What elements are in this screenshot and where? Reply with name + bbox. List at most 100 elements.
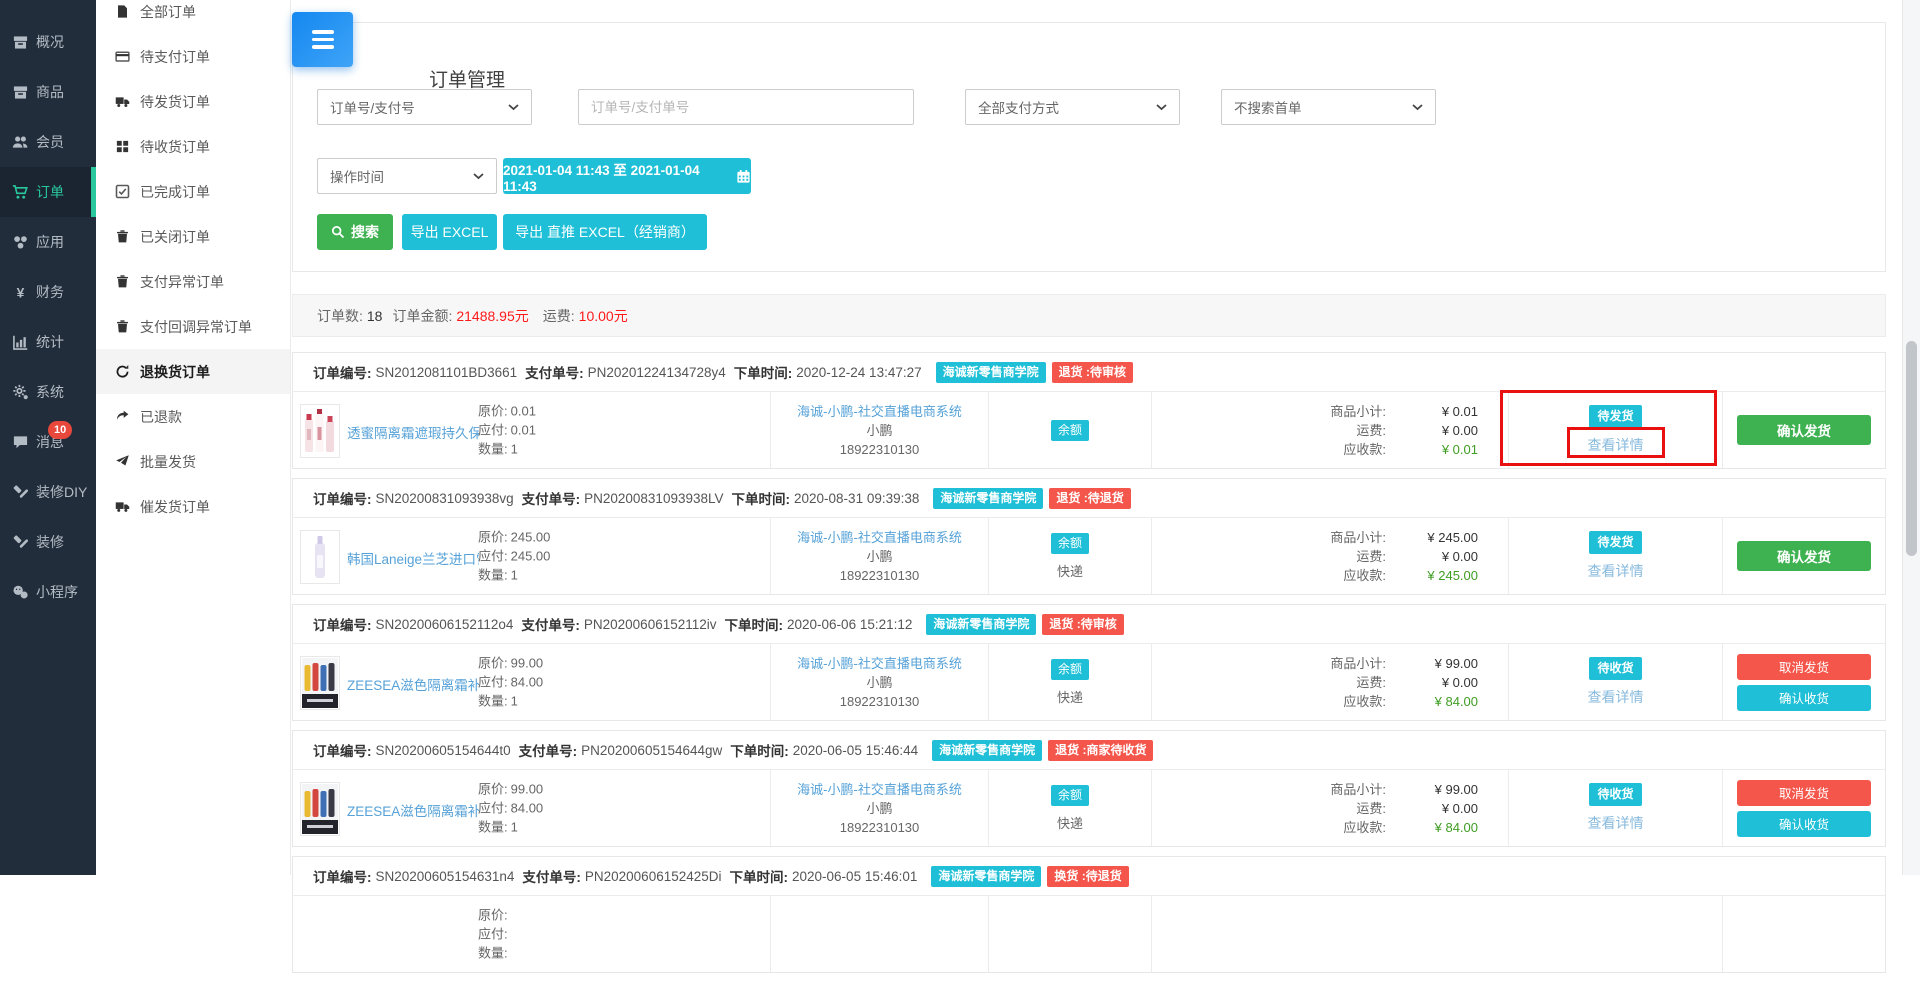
shop-badge: 海诚新零售商学院 bbox=[933, 487, 1044, 509]
chevron-down-icon bbox=[1412, 103, 1423, 111]
scrollbar-thumb[interactable] bbox=[1906, 341, 1917, 556]
chevron-down-icon bbox=[508, 103, 519, 111]
truck-icon bbox=[115, 499, 130, 514]
sidebar-item-mini-program[interactable]: 小程序 bbox=[0, 567, 96, 617]
sidebar-item-stats[interactable]: 统计 bbox=[0, 317, 96, 367]
sidebar-item-overview[interactable]: 概况 bbox=[0, 17, 96, 67]
submenu-item-unpaid-orders[interactable]: 待支付订单 bbox=[96, 34, 290, 79]
cube-icon bbox=[115, 139, 130, 154]
orig-price-value: 0.01 bbox=[510, 403, 536, 419]
pay-method-cell: 余额 快递 bbox=[989, 518, 1152, 594]
sidebar-item-decorate-diy[interactable]: 装修DIY bbox=[0, 467, 96, 517]
pay-method-cell: 余额 快递 bbox=[989, 770, 1152, 846]
pay-method-badge: 余额 bbox=[1050, 784, 1089, 806]
pay-no-value: PN20200606152425Di bbox=[584, 868, 722, 884]
status-cell: 待收货 查看详情 bbox=[1509, 644, 1723, 720]
product-name-link[interactable]: 透蜜隔离霜遮瑕持久保湿... bbox=[347, 422, 479, 442]
search-type-select[interactable]: 订单号/支付号 bbox=[317, 89, 532, 125]
left-sidebar-items: 概况 商品 会员 订单 应用 ¥ 财务 统计 系统 消息 10 装修DIY 装修… bbox=[0, 0, 96, 617]
users-icon bbox=[12, 134, 29, 151]
confirm-ship-button[interactable]: 确认发货 bbox=[1737, 541, 1871, 571]
trash-icon bbox=[115, 229, 130, 244]
apps-icon bbox=[12, 234, 29, 251]
confirm-receive-button[interactable]: 确认收货 bbox=[1737, 684, 1871, 711]
chevron-down-icon bbox=[1156, 103, 1167, 111]
submenu-item-closed-orders[interactable]: 已关闭订单 bbox=[96, 214, 290, 259]
view-detail-link[interactable]: 查看详情 bbox=[1588, 813, 1644, 833]
cancel-ship-button[interactable]: 取消发货 bbox=[1737, 779, 1871, 806]
search-input[interactable] bbox=[578, 89, 914, 125]
order-card-body: 原价: 应付: 数量: 商品小计: 运费: 应收款: 查看 bbox=[293, 896, 1885, 972]
qty-label: 数量: bbox=[478, 441, 508, 457]
view-detail-link[interactable]: 查看详情 bbox=[1588, 561, 1644, 581]
order-time-value: 2020-06-06 15:21:12 bbox=[787, 616, 913, 632]
product-name-link[interactable]: ZEESEA滋色隔离霜补水... bbox=[347, 800, 479, 820]
submenu-item-refunded[interactable]: 已退款 bbox=[96, 394, 290, 439]
order-card-body: 透蜜隔离霜遮瑕持久保湿... 原价:0.01 应付:0.01 数量:1 海诚-小… bbox=[293, 390, 1885, 468]
submenu-item-pay-error-orders[interactable]: 支付异常订单 bbox=[96, 259, 290, 304]
order-card-body: ZEESEA滋色隔离霜补水... 原价:99.00 应付:84.00 数量:1 … bbox=[293, 770, 1885, 846]
search-button[interactable]: 搜索 bbox=[317, 214, 393, 250]
first-order-select[interactable]: 不搜索首单 bbox=[1221, 89, 1436, 125]
confirm-ship-button[interactable]: 确认发货 bbox=[1737, 415, 1871, 445]
confirm-receive-button[interactable]: 确认收货 bbox=[1737, 810, 1871, 837]
product-name-link[interactable]: ZEESEA滋色隔离霜补水... bbox=[347, 674, 479, 694]
submenu-item-label: 待收货订单 bbox=[140, 138, 210, 155]
sidebar-item-decorate[interactable]: 装修 bbox=[0, 517, 96, 567]
actions-cell bbox=[1723, 896, 1885, 972]
truck-icon bbox=[115, 94, 130, 109]
date-range-button[interactable]: 2021-01-04 11:43 至 2021-01-04 11:43 bbox=[503, 158, 751, 194]
order-time-label: 下单时间: bbox=[731, 492, 791, 507]
submenu-item-to-ship-orders[interactable]: 待发货订单 bbox=[96, 79, 290, 124]
view-detail-link[interactable]: 查看详情 bbox=[1588, 687, 1644, 707]
sidebar-item-orders[interactable]: 订单 bbox=[0, 167, 96, 217]
status-cell: 待发货 查看详情 bbox=[1509, 518, 1723, 594]
order-card-body: ZEESEA滋色隔离霜补水... 原价:99.00 应付:84.00 数量:1 … bbox=[293, 644, 1885, 720]
gears-icon bbox=[12, 384, 29, 401]
freight-label: 运费: bbox=[1356, 674, 1386, 690]
date-range-value: 2021-01-04 11:43 至 2021-01-04 11:43 bbox=[503, 162, 700, 194]
submenu-item-urge-ship-orders[interactable]: 催发货订单 bbox=[96, 484, 290, 529]
order-card: 订单编号: SN20200831093938vg 支付单号: PN2020083… bbox=[292, 478, 1886, 595]
submenu-item-completed-orders[interactable]: 已完成订单 bbox=[96, 169, 290, 214]
order-card-header: 订单编号: SN20200606152112o4 支付单号: PN2020060… bbox=[293, 605, 1885, 644]
order-state-badge: 待发货 bbox=[1589, 405, 1642, 428]
submenu-item-to-receive-orders[interactable]: 待收货订单 bbox=[96, 124, 290, 169]
time-type-select[interactable]: 操作时间 bbox=[317, 158, 497, 194]
pay-method-select[interactable]: 全部支付方式 bbox=[965, 89, 1180, 125]
search-icon bbox=[331, 225, 345, 239]
orig-price-value: 245.00 bbox=[510, 529, 551, 545]
export-dealer-excel-button[interactable]: 导出 直推 EXCEL（经销商） bbox=[503, 214, 707, 250]
view-detail-link[interactable]: 查看详情 bbox=[1588, 435, 1644, 455]
submenu-item-label: 批量发货 bbox=[140, 453, 196, 470]
submenu-item-pay-callback-error-orders[interactable]: 支付回调异常订单 bbox=[96, 304, 290, 349]
freight-value: ¥ 0.00 bbox=[1441, 674, 1478, 690]
sidebar-item-members[interactable]: 会员 bbox=[0, 117, 96, 167]
sidebar-item-label: 会员 bbox=[36, 134, 64, 150]
delivery-type: 快递 bbox=[1056, 563, 1083, 579]
order-amount-label: 订单金额: bbox=[392, 307, 453, 324]
card-icon bbox=[115, 49, 130, 64]
qty-label: 数量: bbox=[478, 819, 508, 835]
sidebar-item-goods[interactable]: 商品 bbox=[0, 67, 96, 117]
product-name-link[interactable]: 韩国Laneige兰芝进口雪纱... bbox=[347, 548, 479, 568]
sidebar-item-finance[interactable]: ¥ 财务 bbox=[0, 267, 96, 317]
export-excel-button[interactable]: 导出 EXCEL bbox=[402, 214, 497, 250]
pay-price-label: 应付: bbox=[478, 548, 508, 564]
first-order-value: 不搜索首单 bbox=[1234, 101, 1302, 116]
pay-method-value: 全部支付方式 bbox=[978, 101, 1059, 116]
sidebar-item-messages[interactable]: 消息 10 bbox=[0, 417, 96, 467]
buyer-cell: 海诚-小鹏-社交直播电商系统 小鹏 18922310130 bbox=[771, 518, 989, 594]
sidebar-item-label: 商品 bbox=[36, 84, 64, 100]
hamburger-icon bbox=[311, 30, 334, 49]
product-prices: 原价: 99.00 应付: 84.00 数量: 1 bbox=[478, 654, 543, 711]
cancel-ship-button[interactable]: 取消发货 bbox=[1737, 653, 1871, 680]
collapse-menu-button[interactable] bbox=[292, 12, 353, 67]
submenu-item-batch-ship[interactable]: 批量发货 bbox=[96, 439, 290, 484]
submenu-item-all-orders[interactable]: 全部订单 bbox=[96, 0, 290, 34]
pay-no-value: PN20200605154644gw bbox=[581, 742, 723, 758]
sidebar-item-apps[interactable]: 应用 bbox=[0, 217, 96, 267]
scrollbar-track[interactable] bbox=[1902, 0, 1920, 875]
submenu-item-return-orders[interactable]: 退换货订单 bbox=[96, 349, 290, 394]
sidebar-item-system[interactable]: 系统 bbox=[0, 367, 96, 417]
